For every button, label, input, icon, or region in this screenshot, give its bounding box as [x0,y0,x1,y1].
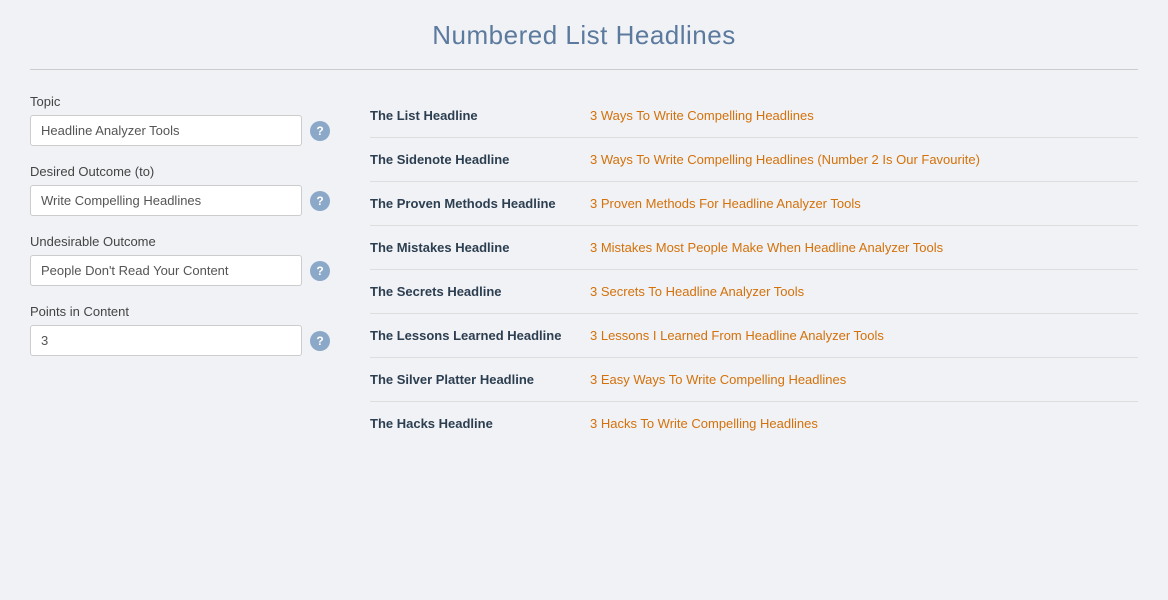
headline-value-cell[interactable]: 3 Hacks To Write Compelling Headlines [590,402,1138,446]
headline-value-cell[interactable]: 3 Lessons I Learned From Headline Analyz… [590,314,1138,358]
table-row: The Lessons Learned Headline3 Lessons I … [370,314,1138,358]
main-content: Topic ? Desired Outcome (to) ? Undesirab… [30,94,1138,445]
headline-link[interactable]: 3 Mistakes Most People Make When Headlin… [590,240,943,255]
table-row: The Sidenote Headline3 Ways To Write Com… [370,138,1138,182]
right-panel: The List Headline3 Ways To Write Compell… [370,94,1138,445]
desired-outcome-group: Desired Outcome (to) ? [30,164,330,216]
headline-type-cell: The Sidenote Headline [370,138,590,182]
table-row: The Secrets Headline3 Secrets To Headlin… [370,270,1138,314]
headline-link[interactable]: 3 Ways To Write Compelling Headlines [590,108,814,123]
headline-type-cell: The Lessons Learned Headline [370,314,590,358]
topic-input[interactable] [30,115,302,146]
desired-outcome-input[interactable] [30,185,302,216]
headline-type-cell: The Proven Methods Headline [370,182,590,226]
headline-value-cell[interactable]: 3 Proven Methods For Headline Analyzer T… [590,182,1138,226]
headline-value-cell[interactable]: 3 Ways To Write Compelling Headlines (Nu… [590,138,1138,182]
desired-outcome-label: Desired Outcome (to) [30,164,330,179]
headline-value-cell[interactable]: 3 Mistakes Most People Make When Headlin… [590,226,1138,270]
topic-label: Topic [30,94,330,109]
headline-link[interactable]: 3 Secrets To Headline Analyzer Tools [590,284,804,299]
headline-type-cell: The Silver Platter Headline [370,358,590,402]
table-row: The Proven Methods Headline3 Proven Meth… [370,182,1138,226]
points-input-row: ? [30,325,330,356]
topic-help-icon[interactable]: ? [310,121,330,141]
left-panel: Topic ? Desired Outcome (to) ? Undesirab… [30,94,330,445]
undesirable-outcome-input[interactable] [30,255,302,286]
headline-link[interactable]: 3 Hacks To Write Compelling Headlines [590,416,818,431]
table-row: The List Headline3 Ways To Write Compell… [370,94,1138,138]
headline-value-cell[interactable]: 3 Secrets To Headline Analyzer Tools [590,270,1138,314]
desired-outcome-help-icon[interactable]: ? [310,191,330,211]
headline-link[interactable]: 3 Ways To Write Compelling Headlines (Nu… [590,152,980,167]
page-container: Numbered List Headlines Topic ? Desired … [0,0,1168,465]
undesirable-outcome-input-row: ? [30,255,330,286]
table-row: The Mistakes Headline3 Mistakes Most Peo… [370,226,1138,270]
points-input[interactable] [30,325,302,356]
points-label: Points in Content [30,304,330,319]
table-row: The Silver Platter Headline3 Easy Ways T… [370,358,1138,402]
headline-type-cell: The Hacks Headline [370,402,590,446]
topic-input-row: ? [30,115,330,146]
headline-value-cell[interactable]: 3 Ways To Write Compelling Headlines [590,94,1138,138]
table-row: The Hacks Headline3 Hacks To Write Compe… [370,402,1138,446]
undesirable-outcome-group: Undesirable Outcome ? [30,234,330,286]
topic-group: Topic ? [30,94,330,146]
points-group: Points in Content ? [30,304,330,356]
section-divider [30,69,1138,70]
headline-type-cell: The Secrets Headline [370,270,590,314]
desired-outcome-input-row: ? [30,185,330,216]
headline-link[interactable]: 3 Proven Methods For Headline Analyzer T… [590,196,861,211]
headline-type-cell: The List Headline [370,94,590,138]
headline-link[interactable]: 3 Lessons I Learned From Headline Analyz… [590,328,884,343]
headline-type-cell: The Mistakes Headline [370,226,590,270]
headlines-table: The List Headline3 Ways To Write Compell… [370,94,1138,445]
points-help-icon[interactable]: ? [310,331,330,351]
page-title: Numbered List Headlines [30,20,1138,51]
headline-value-cell[interactable]: 3 Easy Ways To Write Compelling Headline… [590,358,1138,402]
headline-link[interactable]: 3 Easy Ways To Write Compelling Headline… [590,372,846,387]
undesirable-outcome-help-icon[interactable]: ? [310,261,330,281]
undesirable-outcome-label: Undesirable Outcome [30,234,330,249]
